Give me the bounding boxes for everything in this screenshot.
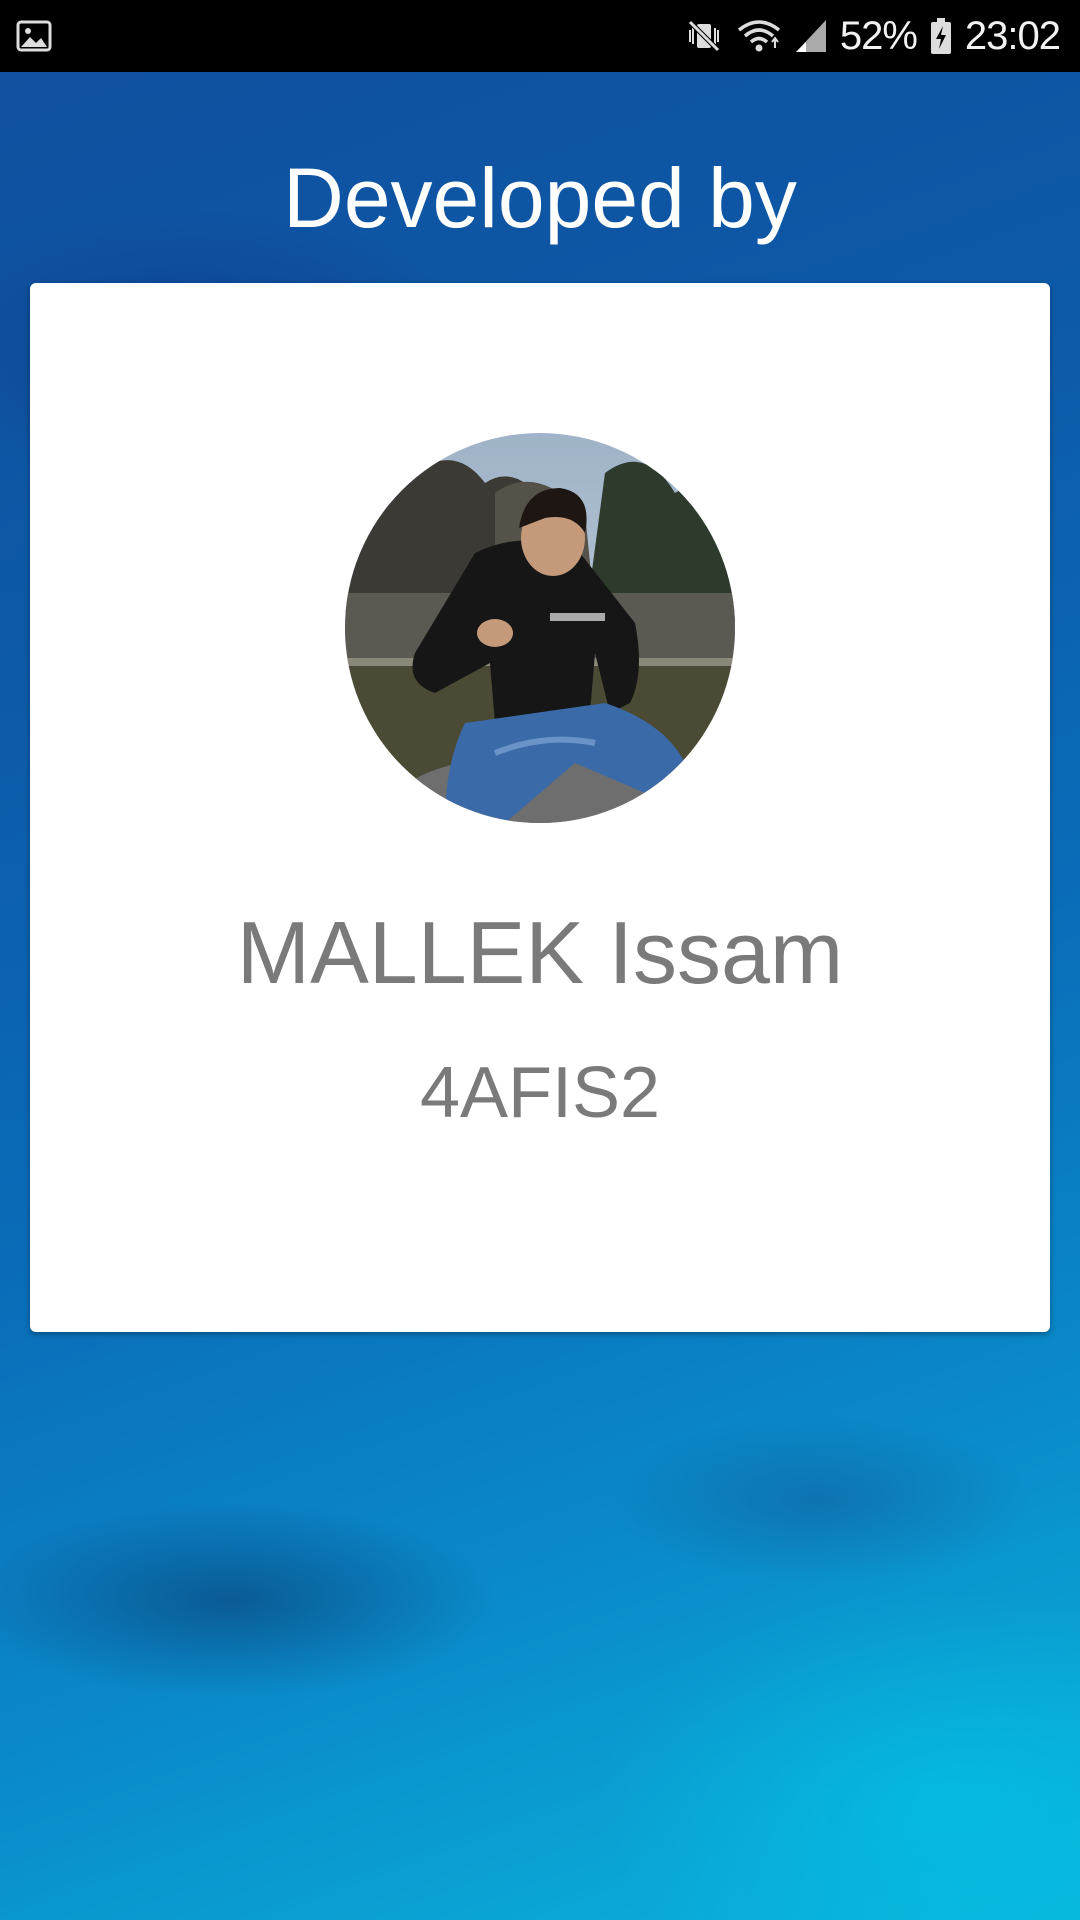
profile-photo-icon bbox=[345, 433, 735, 823]
image-notification-icon bbox=[16, 18, 52, 54]
developer-name: MALLEK Issam bbox=[236, 903, 844, 1002]
status-bar: 52% 23:02 bbox=[0, 0, 1080, 72]
battery-percent: 52% bbox=[839, 13, 918, 58]
wifi-icon bbox=[736, 16, 782, 56]
mute-vibrate-icon bbox=[684, 16, 724, 56]
signal-icon bbox=[794, 16, 828, 56]
avatar bbox=[345, 433, 735, 823]
page-title: Developed by bbox=[283, 151, 797, 245]
about-screen: 52% 23:02 Developed by MALLEK Issam 4AFI… bbox=[0, 0, 1080, 1920]
battery-charging-icon bbox=[929, 16, 953, 56]
developer-class: 4AFIS2 bbox=[419, 1053, 661, 1133]
clock: 23:02 bbox=[964, 13, 1061, 58]
developer-card: MALLEK Issam 4AFIS2 bbox=[30, 283, 1050, 1332]
